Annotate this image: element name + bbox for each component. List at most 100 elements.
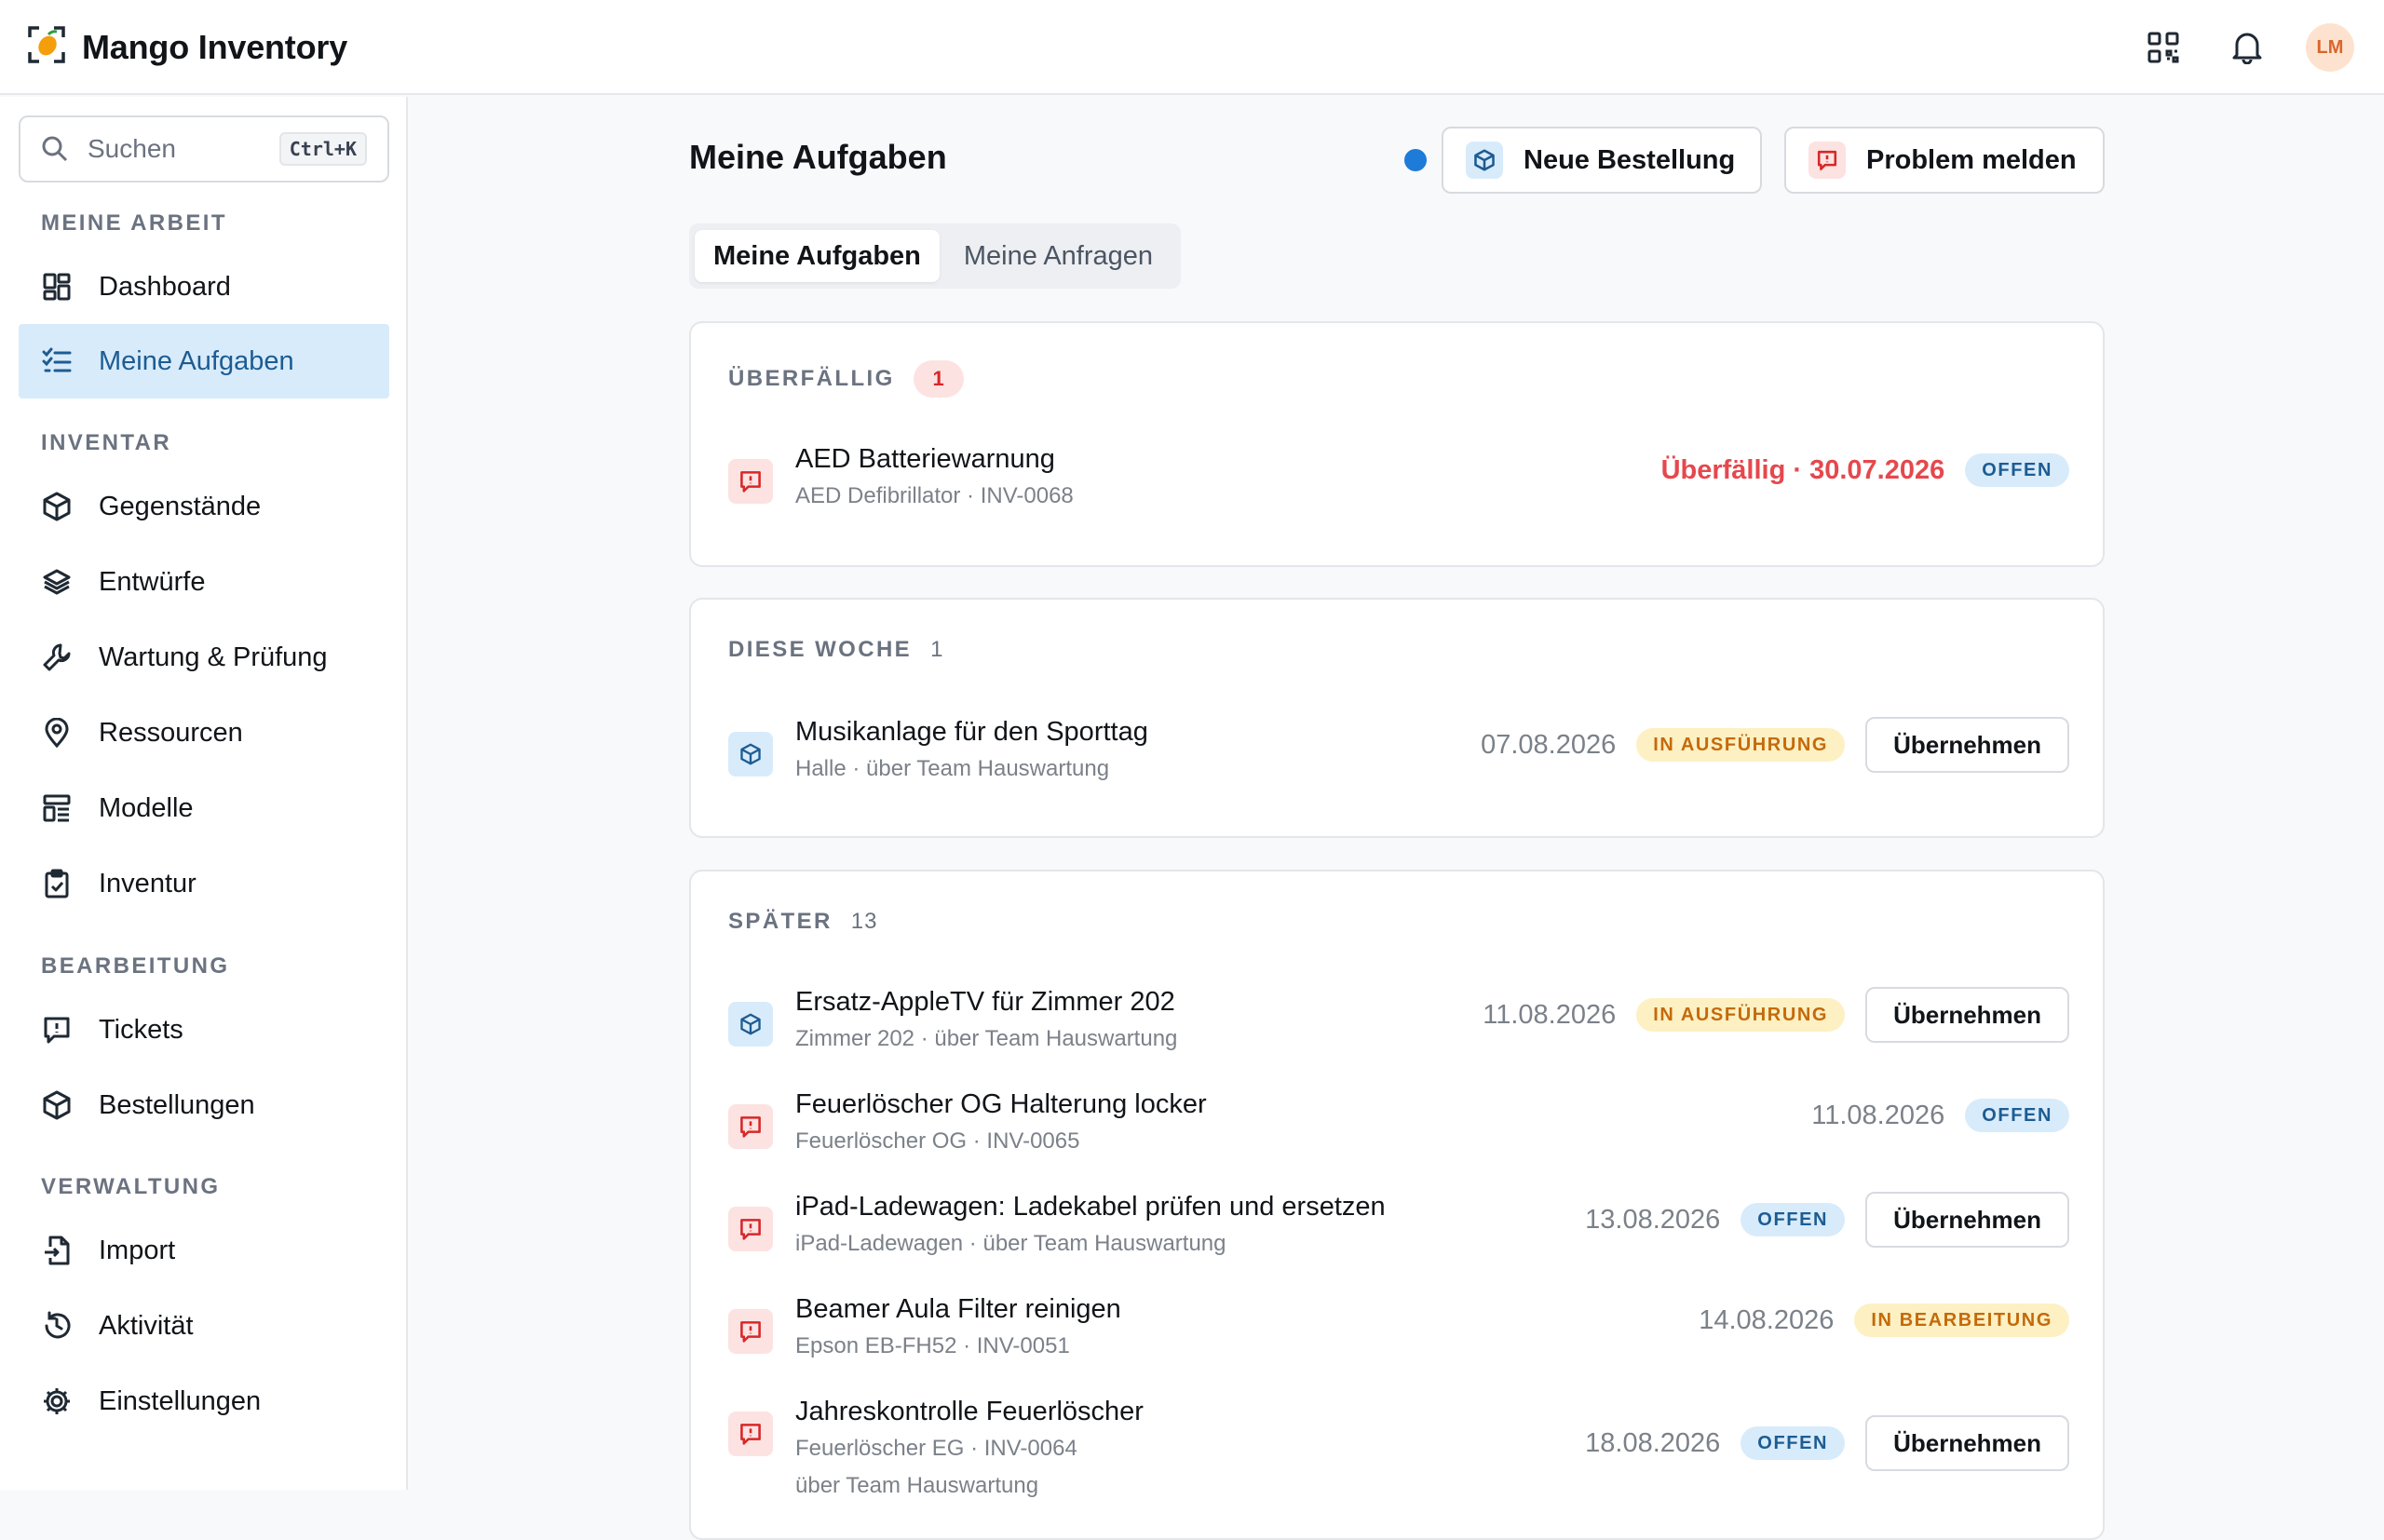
clipboard-check-icon — [41, 868, 73, 899]
task-due-date: 07.08.2026 — [1481, 729, 1617, 760]
notifications-button[interactable] — [2222, 22, 2272, 73]
task-due-date: 11.08.2026 — [1811, 1100, 1945, 1130]
sidebar-item-label: Ressourcen — [99, 717, 243, 748]
task-due-date: 11.08.2026 — [1483, 999, 1617, 1030]
sidebar-item-ressourcen[interactable]: Ressourcen — [19, 696, 389, 770]
sidebar-item-meine-aufgaben[interactable]: Meine Aufgaben — [19, 324, 389, 399]
group-count: 13 — [850, 909, 878, 934]
ticket-icon — [41, 1014, 73, 1046]
ticket-icon — [1808, 142, 1846, 179]
status-badge: OFFEN — [1741, 1203, 1846, 1236]
task-row[interactable]: Ersatz-AppleTV für Zimmer 202 Zimmer 202… — [728, 987, 2069, 1080]
task-subtitle: Feuerlöscher OG · INV-0065 — [795, 1128, 1080, 1154]
task-subtitle: Feuerlöscher EG · INV-0064 — [795, 1436, 1077, 1461]
task-title: Ersatz-AppleTV für Zimmer 202 — [795, 987, 1175, 1017]
group-this-week: DIESE WOCHE 1 Musikanlage für den Sportt… — [689, 598, 2105, 838]
task-title: Musikanlage für den Sporttag — [795, 717, 1148, 747]
task-subtitle: iPad-Ladewagen · über Team Hauswartung — [795, 1231, 1226, 1256]
task-title: Beamer Aula Filter reinigen — [795, 1294, 1121, 1324]
report-problem-button[interactable]: Problem melden — [1784, 127, 2105, 194]
group-later: SPÄTER 13 Ersatz-AppleTV für Zimmer 202 … — [689, 870, 2105, 1540]
search-input[interactable]: Suchen Ctrl+K — [19, 115, 389, 182]
task-title: iPad-Ladewagen: Ladekabel prüfen und ers… — [795, 1192, 1386, 1222]
sidebar-item-label: Tickets — [99, 1014, 183, 1045]
model-icon — [41, 792, 73, 824]
sidebar-item-label: Import — [99, 1235, 176, 1265]
box-icon — [728, 732, 773, 777]
sidebar-item-label: Dashboard — [99, 271, 231, 302]
task-row[interactable]: Jahreskontrolle Feuerlöscher Feuerlösche… — [728, 1397, 2069, 1527]
take-over-button[interactable]: Übernehmen — [1865, 1415, 2069, 1471]
box-icon — [1466, 142, 1503, 179]
status-badge: OFFEN — [1741, 1426, 1846, 1460]
section-title-meine-arbeit: MEINE ARBEIT — [41, 210, 227, 236]
task-title: AED Batteriewarnung — [795, 444, 1055, 474]
task-row[interactable]: AED Batteriewarnung AED Defibrillator · … — [728, 444, 2069, 537]
task-row[interactable]: Feuerlöscher OG Halterung locker Feuerlö… — [728, 1089, 2069, 1182]
group-title: ÜBERFÄLLIG — [728, 366, 895, 391]
search-shortcut: Ctrl+K — [278, 132, 367, 166]
task-due-date: 14.08.2026 — [1699, 1304, 1835, 1335]
task-row[interactable]: Beamer Aula Filter reinigen Epson EB-FH5… — [728, 1294, 2069, 1387]
sidebar-item-dashboard[interactable]: Dashboard — [19, 250, 389, 324]
new-order-button[interactable]: Neue Bestellung — [1442, 127, 1762, 194]
wrench-icon — [41, 642, 73, 673]
sidebar-item-label: Inventur — [99, 868, 196, 898]
take-over-button[interactable]: Übernehmen — [1865, 987, 2069, 1043]
task-title: Jahreskontrolle Feuerlöscher — [795, 1397, 1144, 1426]
sidebar-item-label: Aktivität — [99, 1310, 194, 1341]
layers-icon — [41, 566, 73, 598]
task-due-date: 18.08.2026 — [1585, 1427, 1721, 1458]
sidebar-item-label: Meine Aufgaben — [99, 345, 294, 376]
app-title: Mango Inventory — [82, 27, 348, 66]
task-due-date: Überfällig · 30.07.2026 — [1660, 454, 1945, 485]
task-subtitle-secondary: über Team Hauswartung — [795, 1473, 1039, 1498]
sidebar-item-label: Gegenstände — [99, 491, 262, 521]
box-icon — [41, 491, 73, 522]
box-icon — [41, 1089, 73, 1121]
sidebar-item-modelle[interactable]: Modelle — [19, 771, 389, 845]
ticket-icon — [728, 1207, 773, 1251]
sidebar-item-bestellungen[interactable]: Bestellungen — [19, 1068, 389, 1142]
sidebar-item-label: Entwürfe — [99, 566, 206, 597]
sidebar-item-wartung[interactable]: Wartung & Prüfung — [19, 620, 389, 695]
sidebar: Suchen Ctrl+K MEINE ARBEIT Dashboard Mei… — [0, 97, 408, 1490]
sidebar-item-gegenstaende[interactable]: Gegenstände — [19, 469, 389, 544]
box-icon — [728, 1002, 773, 1047]
sidebar-item-tickets[interactable]: Tickets — [19, 993, 389, 1067]
task-row[interactable]: Musikanlage für den Sporttag Halle · übe… — [728, 717, 2069, 810]
brand[interactable]: Mango Inventory — [28, 26, 347, 68]
gear-icon — [41, 1385, 73, 1417]
search-icon — [42, 136, 68, 162]
task-subtitle: Epson EB-FH52 · INV-0051 — [795, 1333, 1070, 1358]
qr-code-button[interactable] — [2138, 22, 2188, 73]
sidebar-item-import[interactable]: Import — [19, 1213, 389, 1288]
status-badge: OFFEN — [1965, 453, 2069, 487]
status-dot — [1404, 149, 1427, 171]
status-badge: IN BEARBEITUNG — [1854, 1304, 2069, 1337]
task-subtitle: Zimmer 202 · über Team Hauswartung — [795, 1026, 1178, 1051]
sidebar-item-label: Modelle — [99, 792, 194, 823]
sidebar-item-label: Einstellungen — [99, 1385, 262, 1416]
take-over-button[interactable]: Übernehmen — [1865, 1192, 2069, 1248]
page-title: Meine Aufgaben — [689, 138, 947, 176]
count-badge: 1 — [913, 360, 964, 398]
sidebar-item-entwuerfe[interactable]: Entwürfe — [19, 545, 389, 619]
group-title: SPÄTER — [728, 909, 833, 934]
section-title-inventar: INVENTAR — [41, 430, 172, 455]
take-over-button[interactable]: Übernehmen — [1865, 717, 2069, 773]
tab-meine-aufgaben[interactable]: Meine Aufgaben — [695, 230, 940, 282]
task-row[interactable]: iPad-Ladewagen: Ladekabel prüfen und ers… — [728, 1192, 2069, 1285]
sidebar-item-aktivitaet[interactable]: Aktivität — [19, 1289, 389, 1363]
sidebar-item-inventur[interactable]: Inventur — [19, 846, 389, 921]
search-placeholder: Suchen — [88, 134, 176, 163]
avatar[interactable]: LM — [2306, 23, 2354, 72]
history-icon — [41, 1310, 73, 1342]
sidebar-item-einstellungen[interactable]: Einstellungen — [19, 1364, 389, 1439]
group-count: 1 — [930, 637, 944, 662]
location-pin-icon — [41, 717, 73, 749]
group-overdue: ÜBERFÄLLIG 1 AED Batteriewarnung AED Def… — [689, 321, 2105, 567]
tab-meine-anfragen[interactable]: Meine Anfragen — [945, 230, 1172, 282]
status-badge: OFFEN — [1965, 1099, 2069, 1132]
dashboard-icon — [41, 271, 73, 303]
